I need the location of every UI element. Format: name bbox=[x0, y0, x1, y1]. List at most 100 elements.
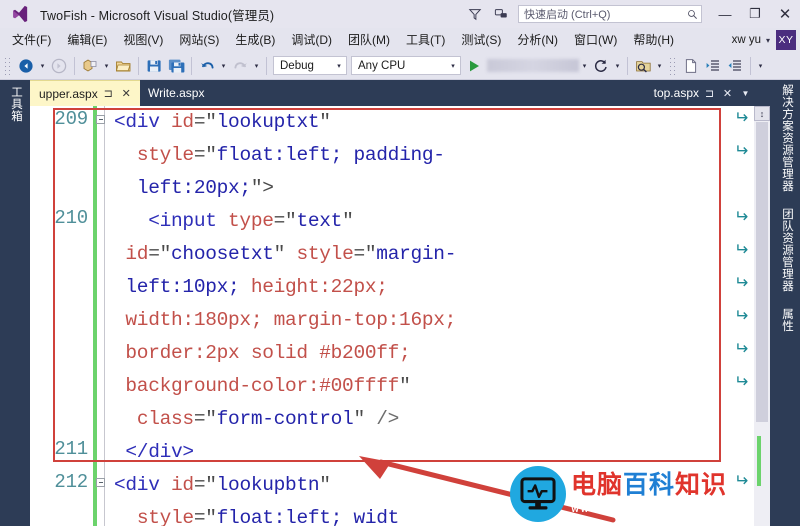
watermark-title-part2: 百科 bbox=[623, 470, 676, 500]
start-target-caret[interactable]: ▾ bbox=[579, 55, 590, 77]
pin-icon[interactable]: ⊐ bbox=[101, 87, 116, 100]
code-token: choosetxt bbox=[171, 243, 274, 265]
site-watermark: 电脑百科知识 www.pc-daily.com bbox=[508, 462, 800, 526]
solution-platform-value: Any CPU bbox=[358, 59, 406, 72]
save-icon[interactable] bbox=[143, 55, 165, 77]
tab-top-aspx[interactable]: top.aspx ⊐ ✕ ▼ bbox=[645, 80, 762, 106]
code-token: <div bbox=[114, 474, 172, 496]
quick-launch-input[interactable]: 快速启动 (Ctrl+Q) bbox=[519, 6, 683, 22]
editor-splitter-handle[interactable]: ↕ bbox=[754, 106, 770, 121]
start-debug-icon[interactable] bbox=[463, 55, 485, 77]
new-project-icon[interactable] bbox=[79, 55, 101, 77]
menu-item-website[interactable]: 网站(S) bbox=[171, 28, 227, 52]
code-row: style="float:left; padding- bbox=[114, 139, 754, 172]
maximize-button[interactable]: ❐ bbox=[740, 0, 770, 28]
tab-label: top.aspx bbox=[653, 86, 699, 100]
code-token: border:2px solid #b200ff; bbox=[125, 342, 411, 364]
dock-item-properties[interactable]: 属性 bbox=[779, 308, 795, 332]
menu-item-test[interactable]: 测试(S) bbox=[453, 28, 509, 52]
code-token: " bbox=[353, 408, 377, 430]
quick-launch-box[interactable]: 快速启动 (Ctrl+Q) bbox=[518, 5, 702, 23]
code-token: /> bbox=[376, 408, 400, 430]
menu-item-view[interactable]: 视图(V) bbox=[115, 28, 171, 52]
send-feedback-icon[interactable] bbox=[488, 1, 514, 27]
chevron-down-icon[interactable]: ▾ bbox=[766, 36, 770, 45]
chevron-down-icon[interactable]: ▾ bbox=[332, 62, 346, 70]
navigate-back-caret[interactable]: ▾ bbox=[37, 55, 48, 77]
menu-item-window[interactable]: 窗口(W) bbox=[566, 28, 625, 52]
new-project-caret[interactable]: ▾ bbox=[101, 55, 112, 77]
code-row: id="choosetxt" style="margin- bbox=[114, 238, 754, 271]
word-wrap-icon: ↵ bbox=[733, 108, 748, 128]
menu-item-build[interactable]: 生成(B) bbox=[227, 28, 283, 52]
solution-configuration-combo[interactable]: Debug ▾ bbox=[273, 56, 347, 75]
close-button[interactable]: ✕ bbox=[770, 0, 800, 28]
toolbar-grip[interactable] bbox=[669, 56, 677, 75]
menu-item-help[interactable]: 帮助(H) bbox=[625, 28, 682, 52]
save-all-icon[interactable] bbox=[165, 55, 187, 77]
code-row: <div id="lookuptxt" bbox=[114, 106, 754, 139]
watermark-title-part3: 知识 bbox=[675, 470, 728, 500]
visual-studio-window: TwoFish - Microsoft Visual Studio(管理员) 快… bbox=[0, 0, 800, 526]
chevron-down-icon[interactable]: ▾ bbox=[446, 62, 460, 70]
code-token: id bbox=[171, 111, 194, 133]
undo-icon[interactable] bbox=[196, 55, 218, 77]
chevron-down-icon[interactable]: ▼ bbox=[738, 89, 753, 98]
word-wrap-icon: ↵ bbox=[733, 273, 748, 293]
undo-caret[interactable]: ▾ bbox=[218, 55, 229, 77]
find-in-files-icon[interactable] bbox=[632, 55, 654, 77]
code-token: type bbox=[228, 210, 274, 232]
outdent-icon[interactable] bbox=[724, 55, 746, 77]
account-name[interactable]: xw yu bbox=[732, 34, 761, 46]
menu-item-tools[interactable]: 工具(T) bbox=[398, 28, 453, 52]
search-icon[interactable] bbox=[683, 6, 701, 22]
fold-toggle[interactable] bbox=[96, 115, 105, 124]
toolbar-separator bbox=[138, 56, 139, 75]
menu-item-analyze[interactable]: 分析(N) bbox=[509, 28, 566, 52]
code-token: </div> bbox=[114, 441, 194, 463]
close-icon[interactable]: ✕ bbox=[720, 87, 735, 100]
fold-toggle[interactable] bbox=[96, 478, 105, 487]
toolbar-grip[interactable] bbox=[4, 56, 12, 75]
dock-item-toolbox[interactable]: 工具箱 bbox=[8, 86, 24, 122]
find-caret[interactable]: ▾ bbox=[654, 55, 665, 77]
toolbar-overflow-button[interactable]: ▾ bbox=[755, 55, 766, 77]
dock-item-solution-explorer[interactable]: 解决方案资源管理器 bbox=[779, 84, 795, 192]
code-token: style bbox=[136, 144, 194, 166]
indent-icon[interactable] bbox=[702, 55, 724, 77]
refresh-icon[interactable] bbox=[590, 55, 612, 77]
solution-platform-combo[interactable]: Any CPU ▾ bbox=[351, 56, 461, 75]
menu-item-team[interactable]: 团队(M) bbox=[340, 28, 398, 52]
redo-caret: ▾ bbox=[254, 62, 259, 70]
menu-item-debug[interactable]: 调试(D) bbox=[283, 28, 340, 52]
window-title: TwoFish - Microsoft Visual Studio(管理员) bbox=[40, 8, 275, 23]
menu-item-file[interactable]: 文件(F) bbox=[4, 28, 59, 52]
start-target-name-redacted[interactable] bbox=[487, 59, 579, 72]
word-wrap-icon: ↵ bbox=[733, 306, 748, 326]
tab-write-aspx[interactable]: Write.aspx bbox=[139, 80, 213, 106]
scrollbar-thumb[interactable] bbox=[756, 122, 768, 422]
code-row: border:2px solid #b200ff; bbox=[114, 337, 754, 370]
tab-upper-aspx[interactable]: upper.aspx ⊐ ✕ bbox=[30, 80, 140, 106]
open-file-icon[interactable] bbox=[112, 55, 134, 77]
navigate-back-icon[interactable] bbox=[15, 55, 37, 77]
feedback-icon[interactable] bbox=[462, 1, 488, 27]
left-dock-strip: 工具箱 bbox=[0, 80, 30, 526]
dock-item-team-explorer[interactable]: 团队资源管理器 bbox=[779, 208, 795, 292]
code-token: width:180px; bbox=[125, 309, 274, 331]
code-token: class bbox=[136, 408, 194, 430]
close-icon[interactable]: ✕ bbox=[119, 87, 134, 100]
refresh-caret[interactable]: ▾ bbox=[612, 55, 623, 77]
code-row: width:180px; margin-top:16px; bbox=[114, 304, 754, 337]
redo-icon bbox=[229, 55, 251, 77]
menu-item-edit[interactable]: 编辑(E) bbox=[59, 28, 115, 52]
code-token: margin-top:16px; bbox=[273, 309, 457, 331]
code-token: =" bbox=[193, 474, 217, 496]
minimize-button[interactable]: — bbox=[710, 0, 740, 28]
pin-icon[interactable]: ⊐ bbox=[702, 87, 717, 100]
word-wrap-icon: ↵ bbox=[733, 240, 748, 260]
gutter-separator bbox=[104, 106, 105, 526]
new-file-icon[interactable] bbox=[680, 55, 702, 77]
avatar[interactable]: XY bbox=[776, 30, 796, 50]
